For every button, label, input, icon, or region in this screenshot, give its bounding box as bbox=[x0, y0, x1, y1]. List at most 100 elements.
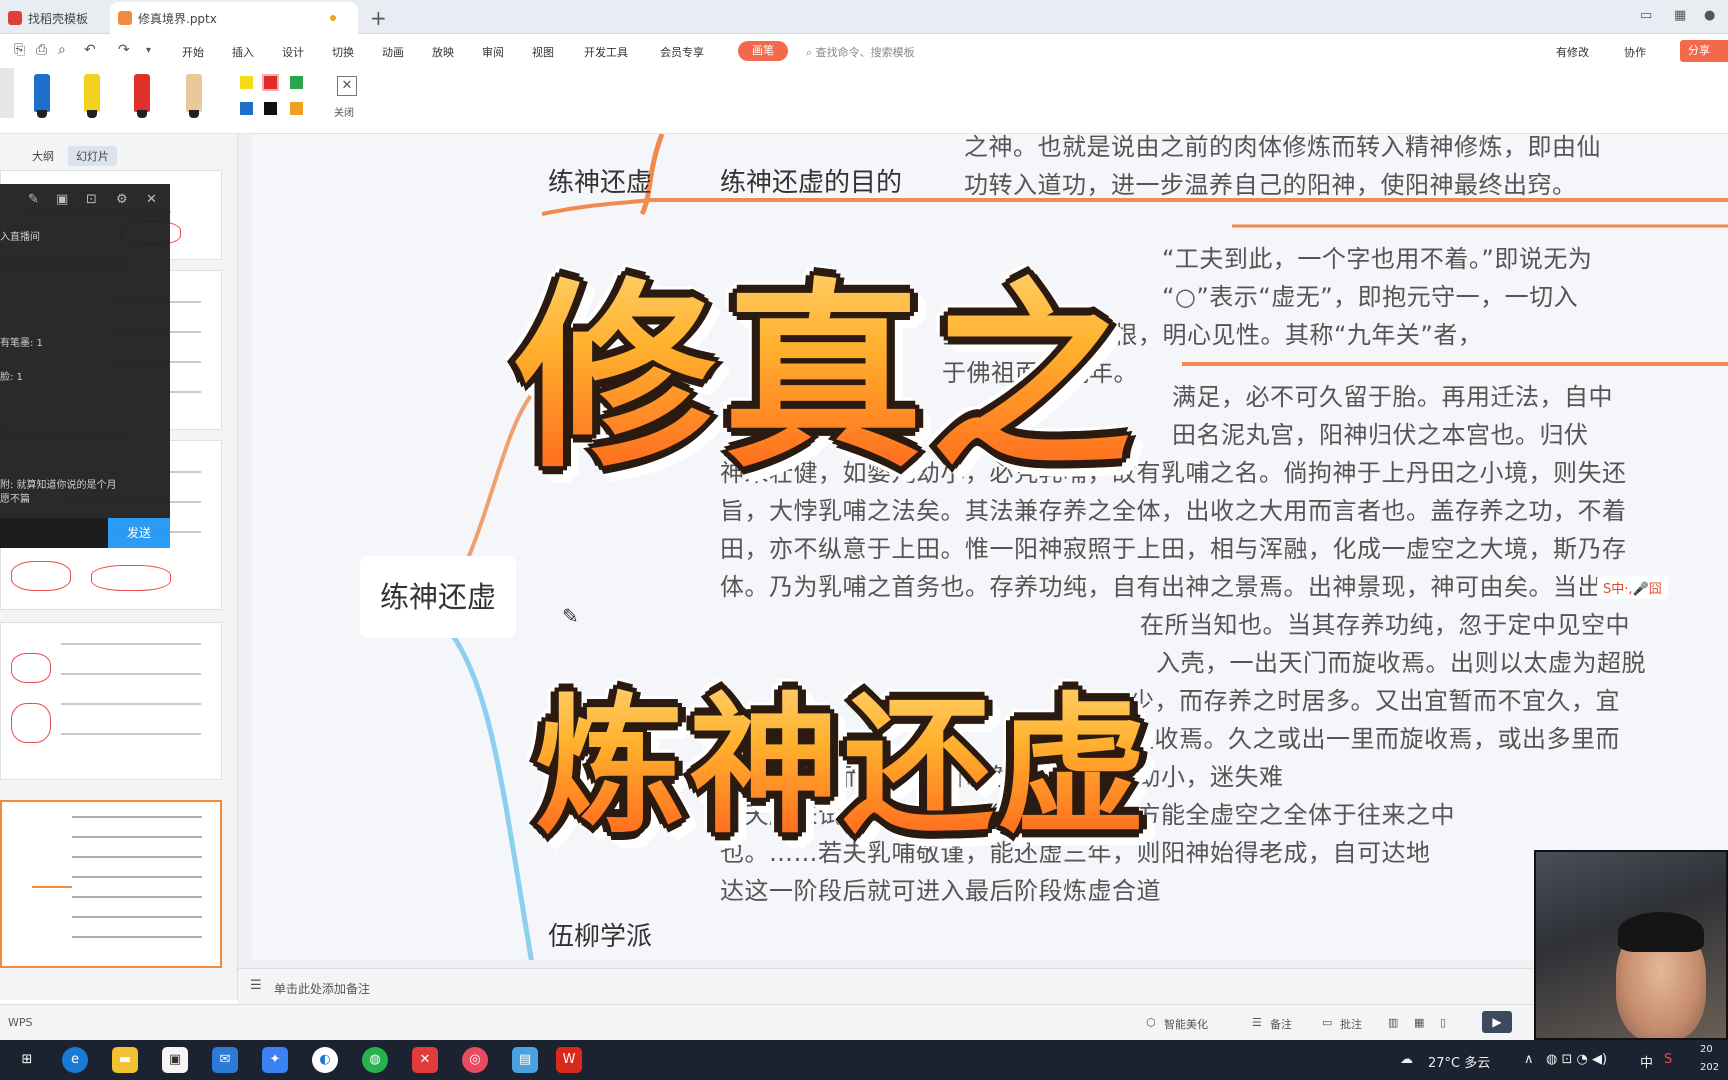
preview-icon[interactable]: ⌕ bbox=[58, 42, 66, 58]
slide-thumbnail-current[interactable] bbox=[0, 800, 222, 968]
clock-time[interactable]: 20 bbox=[1700, 1044, 1713, 1055]
menu-review[interactable]: 审阅 bbox=[482, 44, 504, 60]
swatch-yellow[interactable] bbox=[240, 76, 253, 89]
sorter-view-icon[interactable]: ▦ bbox=[1414, 1016, 1424, 1029]
play-slideshow-button[interactable]: ▶ bbox=[1482, 1011, 1512, 1033]
slide-thumbnail[interactable] bbox=[0, 622, 222, 780]
menu-transition[interactable]: 切换 bbox=[332, 44, 354, 60]
grid-icon[interactable]: ▦ bbox=[1674, 8, 1686, 23]
menu-view[interactable]: 视图 bbox=[532, 44, 554, 60]
screenshot-icon[interactable]: ▤ bbox=[512, 1047, 538, 1073]
notes-toggle[interactable]: 备注 bbox=[1270, 1016, 1292, 1032]
ime-toolbar[interactable]: S中·,🎤囧 bbox=[1597, 576, 1668, 599]
sogou-icon[interactable]: S bbox=[1664, 1052, 1672, 1067]
weather-text[interactable]: 27°C 多云 bbox=[1428, 1052, 1490, 1071]
text-block-top[interactable]: 之神。也就是说由之前的肉体修炼而转入精神修炼，即由仙 功转入道功，进一步温养自己… bbox=[964, 134, 1601, 204]
webcam-overlay bbox=[1534, 850, 1728, 1040]
music-icon[interactable]: ◎ bbox=[462, 1047, 488, 1073]
mindmap-node[interactable]: 练神还虚的目的 bbox=[720, 162, 902, 199]
clock-date[interactable]: 202 bbox=[1700, 1062, 1719, 1073]
new-tab-button[interactable]: + bbox=[370, 6, 387, 30]
reading-view-icon[interactable]: ▯ bbox=[1440, 1016, 1446, 1029]
overlay-title-line2: 炼神还虚 bbox=[535, 645, 1151, 862]
normal-view-icon[interactable]: ▥ bbox=[1388, 1016, 1398, 1029]
menu-design[interactable]: 设计 bbox=[282, 44, 304, 60]
modified-status[interactable]: 有修改 bbox=[1556, 44, 1589, 60]
streamer-hair bbox=[1618, 912, 1704, 952]
mindmap-root-node[interactable]: 练神还虚 bbox=[360, 556, 516, 638]
pen-tan[interactable] bbox=[186, 74, 202, 118]
ime-indicator[interactable]: 中 bbox=[1640, 1052, 1653, 1071]
tab-outline[interactable]: 大纲 bbox=[24, 146, 62, 166]
menu-home[interactable]: 开始 bbox=[182, 44, 204, 60]
wps-icon[interactable]: W bbox=[556, 1047, 582, 1073]
swatch-black[interactable] bbox=[264, 102, 277, 115]
taskbar: ⊞ e ▬ ▣ ✉ ✦ ◐ ◍ ✕ ◎ ▤ W ☁ 27°C 多云 ∧ ◍ ⊡ … bbox=[0, 1040, 1728, 1080]
search-command[interactable]: ⌕ 查找命令、搜索模板 bbox=[806, 44, 915, 60]
redo-icon[interactable]: ↷ bbox=[118, 42, 130, 58]
print-icon[interactable]: ⎙ bbox=[36, 42, 47, 58]
browser-icon[interactable]: ◐ bbox=[312, 1047, 338, 1073]
menu-insert[interactable]: 插入 bbox=[232, 44, 254, 60]
mindmap-node[interactable]: 伍柳学派 bbox=[548, 916, 652, 953]
swatch-blue[interactable] bbox=[240, 102, 253, 115]
quick-menu-icon[interactable]: ▾ bbox=[146, 45, 151, 56]
app-icon[interactable]: ✦ bbox=[262, 1047, 288, 1073]
menu-member[interactable]: 会员专享 bbox=[660, 44, 704, 60]
share-button[interactable]: 分享 bbox=[1680, 40, 1728, 62]
send-button[interactable]: 发送 bbox=[108, 518, 170, 548]
app-name: WPS bbox=[8, 1016, 33, 1029]
undo-icon[interactable]: ↶ bbox=[84, 42, 96, 58]
wechat-icon[interactable]: ◍ bbox=[362, 1047, 388, 1073]
close-icon[interactable]: ✕ bbox=[146, 192, 157, 207]
taskview-icon[interactable]: ⊞ bbox=[14, 1047, 40, 1073]
screen-icon[interactable]: ▣ bbox=[56, 192, 68, 207]
avatar[interactable]: ● bbox=[1704, 8, 1715, 23]
close-pen-icon[interactable]: ✕ bbox=[337, 76, 357, 96]
tab-template[interactable]: 找稻壳模板 bbox=[0, 2, 100, 34]
chat-message: 附: 就算知道你说的是个月 bbox=[0, 480, 117, 491]
swatch-custom[interactable] bbox=[290, 102, 303, 115]
settings-icon[interactable]: ⚙ bbox=[116, 192, 128, 207]
text-block-mid[interactable]: “工夫到此，一个字也用不着。”即说无为 “○”表示“虚无”，即抱元守一，一切入 … bbox=[942, 240, 1592, 392]
tray-chevron-icon[interactable]: ∧ bbox=[1524, 1052, 1534, 1067]
comments-icon[interactable]: ▭ bbox=[1322, 1016, 1332, 1029]
beautify-icon[interactable]: ⬡ bbox=[1146, 1016, 1156, 1029]
menu-slideshow[interactable]: 放映 bbox=[432, 44, 454, 60]
selected-tool[interactable] bbox=[0, 68, 14, 118]
menu-devtools[interactable]: 开发工具 bbox=[584, 44, 628, 60]
lock-icon[interactable]: ⊡ bbox=[86, 192, 97, 207]
tab-document-label: 修真境界.pptx bbox=[138, 11, 217, 26]
mindmap-node[interactable]: 练神还虚 bbox=[548, 162, 652, 199]
pen-tab[interactable]: 画笔 bbox=[738, 41, 788, 61]
menu-animation[interactable]: 动画 bbox=[382, 44, 404, 60]
chat-message: 入直播间 bbox=[0, 232, 40, 243]
pen-blue[interactable] bbox=[34, 74, 50, 118]
comments-toggle[interactable]: 批注 bbox=[1340, 1016, 1362, 1032]
edit-icon[interactable]: ✎ bbox=[28, 192, 39, 207]
docer-icon bbox=[8, 11, 22, 25]
notes-placeholder: 单击此处添加备注 bbox=[274, 982, 371, 996]
notes-toggle-icon[interactable]: ☰ bbox=[1252, 1016, 1262, 1029]
tab-slides[interactable]: 幻灯片 bbox=[68, 146, 117, 166]
save-icon[interactable]: ⎘ bbox=[14, 42, 25, 58]
xmind-icon[interactable]: ✕ bbox=[412, 1047, 438, 1073]
collab-button[interactable]: 协作 bbox=[1624, 44, 1646, 60]
layout-icon[interactable]: ▭ bbox=[1640, 8, 1652, 23]
chat-input[interactable] bbox=[0, 518, 108, 548]
pen-yellow[interactable] bbox=[84, 74, 100, 118]
tab-document[interactable]: 修真境界.pptx bbox=[110, 2, 358, 34]
search-icon: ⌕ bbox=[806, 46, 816, 59]
tab-bar: 找稻壳模板 修真境界.pptx + ▭ ▦ ● bbox=[0, 0, 1728, 34]
explorer-icon[interactable]: ▬ bbox=[112, 1047, 138, 1073]
swatch-green[interactable] bbox=[290, 76, 303, 89]
text-line: “○”表示“虚无”，即抱元守一，一切入 bbox=[1162, 283, 1579, 311]
swatch-red[interactable] bbox=[262, 74, 279, 91]
notes-bar[interactable]: ☰ 单击此处添加备注 bbox=[238, 968, 1728, 1004]
tray-icons[interactable]: ◍ ⊡ ◔ ◀) bbox=[1546, 1052, 1607, 1067]
edge-icon[interactable]: e bbox=[62, 1047, 88, 1073]
pen-red[interactable] bbox=[134, 74, 150, 118]
beautify-button[interactable]: 智能美化 bbox=[1164, 1016, 1208, 1032]
mail-icon[interactable]: ✉ bbox=[212, 1047, 238, 1073]
store-icon[interactable]: ▣ bbox=[162, 1047, 188, 1073]
